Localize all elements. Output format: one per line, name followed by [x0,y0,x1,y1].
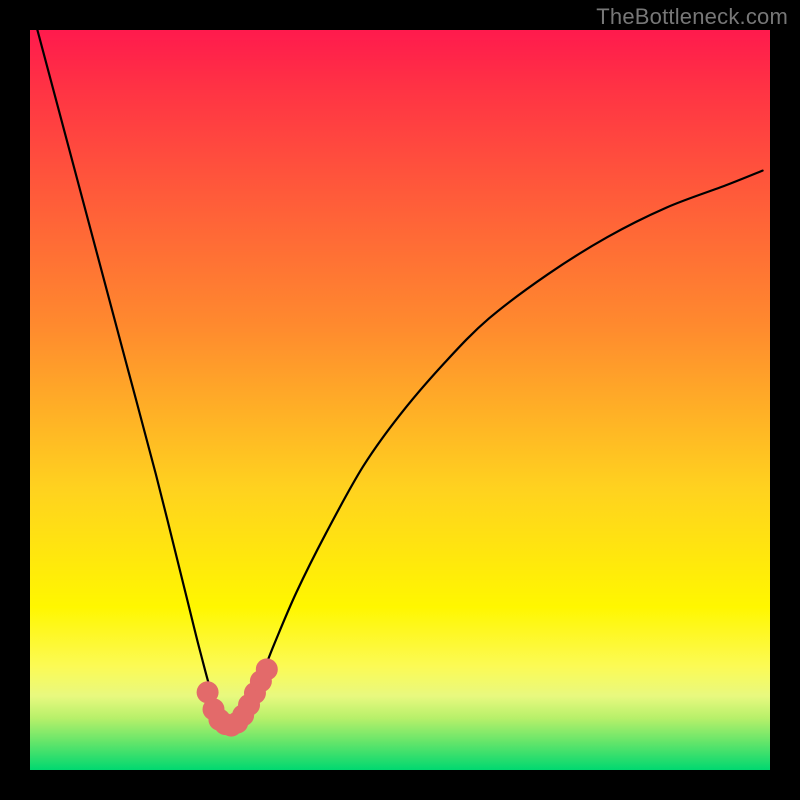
plot-frame [30,30,770,770]
plot-svg [30,30,770,770]
watermark-label: TheBottleneck.com [596,4,788,30]
optimal-marker-dot [256,658,278,680]
optimal-range-markers [197,658,278,736]
bottleneck-curve [37,30,762,726]
